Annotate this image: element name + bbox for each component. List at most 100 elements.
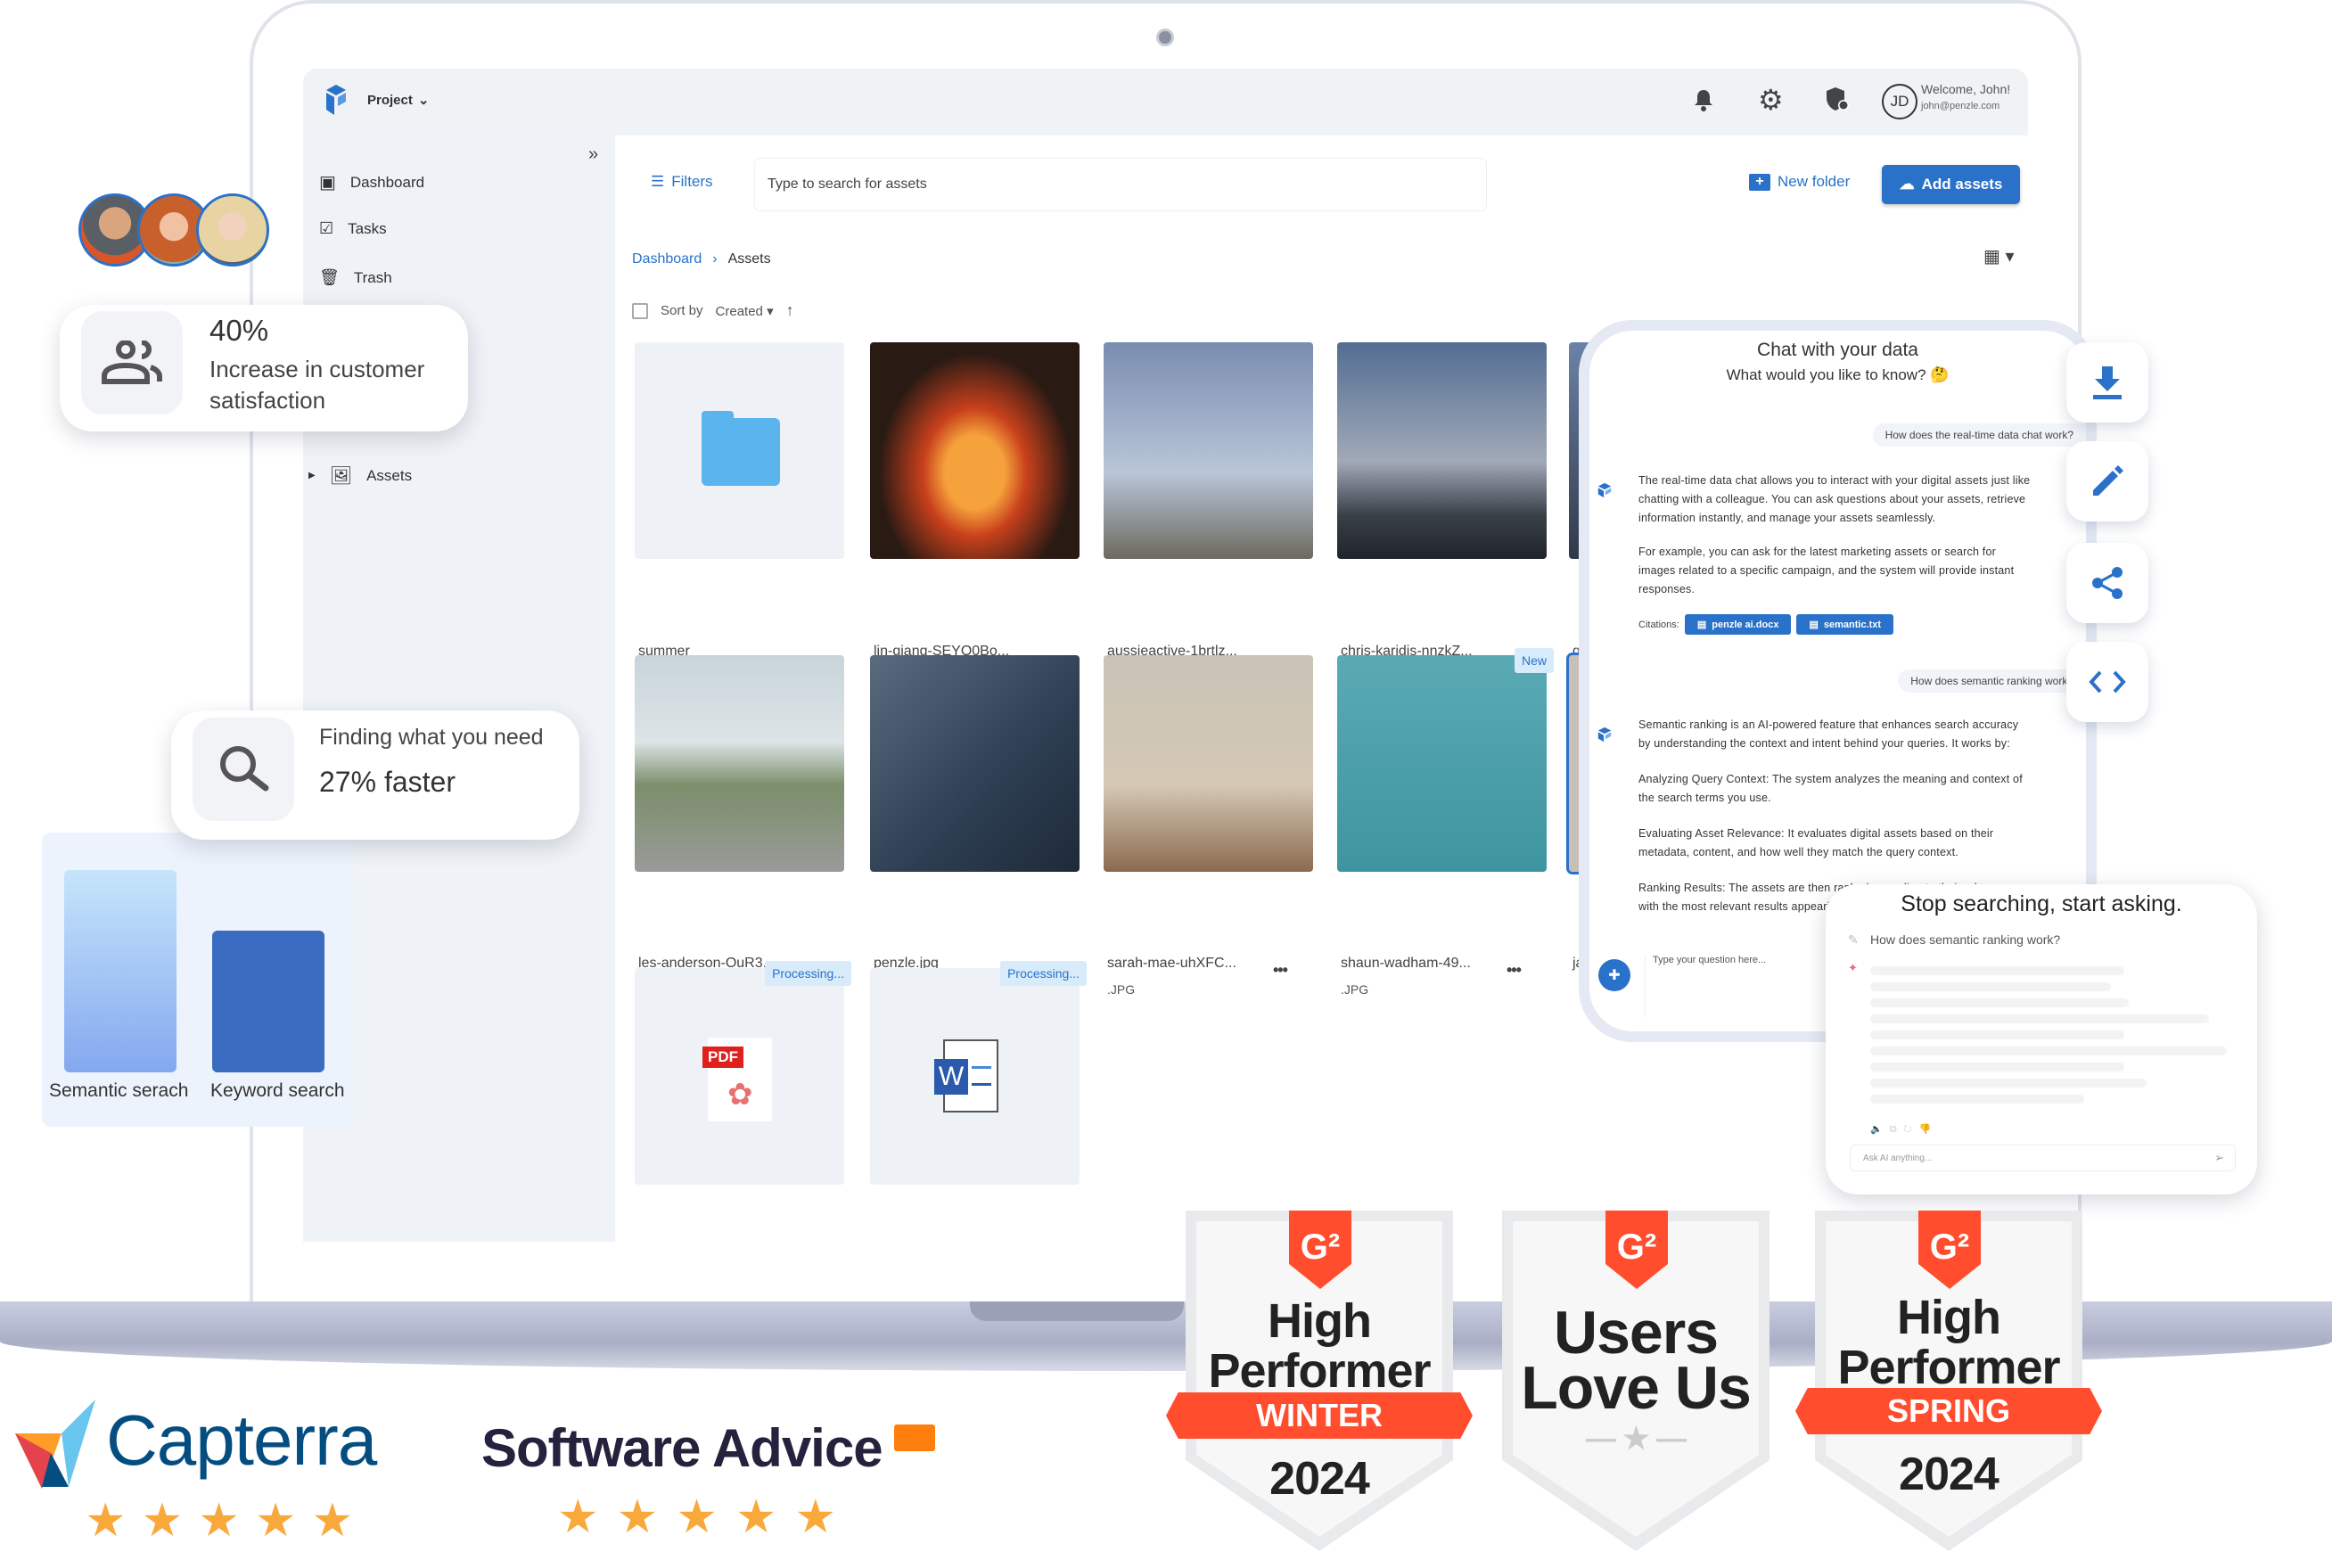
asset-thumbnail[interactable] [635, 342, 844, 559]
chat-subtitle: What would you like to know? 🤔 [1726, 366, 1950, 383]
ask-panel-title: Stop searching, start asking. [1901, 891, 2182, 916]
chevron-right-icon: › [712, 251, 718, 267]
new-folder-button[interactable]: + New folder [1749, 173, 1850, 191]
pencil-icon: ✎ [1848, 932, 1859, 947]
citations-label: Citations: [1638, 619, 1679, 630]
bot-message: Semantic ranking is an AI-powered featur… [1638, 718, 2019, 750]
bar-label-keyword: Keyword search [210, 1080, 345, 1101]
welcome-text: Welcome, John! [1921, 82, 2011, 96]
send-icon[interactable]: ➢ [2214, 1151, 2224, 1165]
citation-chip[interactable]: ▤ semantic.txt [1796, 614, 1894, 635]
user-avatar[interactable]: JD [1882, 84, 1917, 119]
sort-bar: Sort by Created ▾ ↑ [632, 301, 794, 320]
chat-title: Chat with your data [1757, 340, 1918, 360]
citation-label: semantic.txt [1823, 619, 1882, 630]
share-button[interactable] [2066, 543, 2148, 623]
more-options-icon[interactable]: ••• [1273, 961, 1288, 980]
bot-message: Analyzing Query Context: The system anal… [1638, 773, 2023, 804]
sidebar-item-trash[interactable]: 🗑 Trash [319, 268, 392, 287]
select-all-checkbox[interactable] [632, 302, 648, 319]
ask-panel-question: How does semantic ranking work? [1870, 932, 2061, 947]
sidebar-item-dashboard[interactable]: ▣ Dashboard [319, 171, 424, 193]
capterra-logo: Capterra [15, 1400, 425, 1489]
trash-icon: 🗑 [319, 268, 340, 286]
response-actions[interactable]: 🔈⧉↻👎 [1870, 1123, 1939, 1136]
star-icon: ★ [616, 1491, 659, 1543]
word-file-icon: ▤ [1696, 620, 1707, 630]
sort-value: Created [715, 303, 763, 319]
share-icon [2092, 567, 2123, 599]
gear-icon[interactable]: ⚙ [1758, 83, 1784, 117]
g2-award-badge: G² Users Love Us — ★ — [1499, 1207, 1773, 1555]
award-title: High Performer [1837, 1291, 2060, 1394]
asset-thumbnail[interactable] [870, 342, 1080, 559]
chevron-down-icon: ⌄ [417, 93, 430, 108]
filters-button[interactable]: ☰ Filters [651, 173, 713, 191]
sidebar-item-label: Trash [353, 268, 392, 286]
g2-award-badge: G² High Performer WINTER 2024 [1166, 1207, 1473, 1555]
shield-user-icon[interactable] [1826, 86, 1849, 111]
asset-thumbnail[interactable] [1104, 655, 1313, 872]
pdf-file-icon: PDF ✿ [702, 1038, 772, 1121]
filters-label: Filters [671, 173, 713, 190]
project-selector[interactable]: Project ⌄ [367, 92, 430, 109]
asset-thumbnail[interactable] [635, 655, 844, 872]
award-season: WINTER [1166, 1392, 1473, 1439]
grid-view-toggle[interactable]: ▦ ▾ [1983, 245, 2015, 267]
sidebar-item-label: Dashboard [349, 173, 425, 191]
tasks-icon: ☑ [319, 219, 334, 237]
citation-chip[interactable]: ▤ penzle ai.docx [1684, 614, 1792, 635]
users-icon [81, 311, 183, 415]
breadcrumb: Dashboard › Assets [632, 251, 771, 267]
breadcrumb-dashboard[interactable]: Dashboard [632, 251, 702, 267]
capterra-stars: ★ ★ ★ ★ ★ [85, 1498, 353, 1544]
ask-ai-placeholder: Ask AI anything... [1863, 1153, 1933, 1163]
camera-icon [1156, 29, 1174, 46]
asset-thumbnail[interactable] [1337, 342, 1547, 559]
asset-thumbnail[interactable] [1104, 342, 1313, 559]
user-message: How does the real-time data chat work? [1872, 423, 2086, 447]
award-year: 2024 [1269, 1453, 1370, 1505]
asset-thumbnail[interactable] [1337, 655, 1547, 872]
embed-code-button[interactable] [2066, 642, 2148, 722]
bar-keyword-search [212, 931, 324, 1072]
sidebar-item-tasks[interactable]: ☑ Tasks [319, 219, 387, 238]
breadcrumb-current: Assets [727, 251, 771, 267]
sort-dropdown[interactable]: Created ▾ [716, 303, 774, 319]
app-header: Project ⌄ ⚙ JD Welcome, John! john@penzle… [303, 69, 2028, 135]
add-assets-button[interactable]: ☁ Add assets [1882, 165, 2020, 204]
capterra-brand: Capterra [106, 1400, 377, 1480]
edit-icon [2093, 465, 2123, 496]
folder-icon [702, 411, 780, 486]
ask-ai-input[interactable]: Ask AI anything... ➢ [1850, 1145, 2236, 1171]
search-comparison-chart: Semantic serach Keyword search [42, 833, 354, 1127]
g2-logo-icon: G² [1930, 1227, 1969, 1267]
new-chat-button[interactable]: ✚ [1598, 959, 1630, 991]
expand-arrow-icon: ▶ [308, 471, 316, 480]
star-icon: ★ [85, 1495, 127, 1547]
asset-thumbnail[interactable]: W [870, 968, 1080, 1185]
search-placeholder: Type to search for assets [768, 177, 927, 192]
sort-direction-icon[interactable]: ↑ [786, 301, 794, 320]
star-icon: ★ [254, 1495, 297, 1547]
asset-thumbnail[interactable]: PDF ✿ [635, 968, 844, 1185]
award-title: Users Love Us [1521, 1299, 1752, 1422]
asset-name: shaun-wadham-49... [1341, 956, 1471, 971]
edit-button[interactable] [2066, 441, 2148, 521]
download-button[interactable] [2066, 342, 2148, 423]
user-message: How does semantic ranking work? [1898, 669, 2086, 693]
add-assets-label: Add assets [1921, 176, 2003, 193]
star-icon: ★ [311, 1495, 354, 1547]
bell-icon[interactable] [1694, 88, 1713, 111]
sidebar-item-assets[interactable]: ▶ 🖼 Assets [308, 464, 412, 487]
star-divider-icon: — ★ — [1585, 1422, 1687, 1456]
award-title: High Performer [1208, 1294, 1431, 1398]
satisfaction-text: Increase in customer satisfaction [209, 356, 425, 414]
more-options-icon[interactable]: ••• [1507, 961, 1522, 980]
asset-thumbnail[interactable] [870, 655, 1080, 872]
customer-avatars [78, 193, 275, 268]
sort-label: Sort by [661, 303, 703, 318]
search-input[interactable]: Type to search for assets [754, 158, 1487, 211]
collapse-sidebar-icon[interactable]: » [588, 144, 598, 165]
status-badge: New [1514, 648, 1554, 673]
